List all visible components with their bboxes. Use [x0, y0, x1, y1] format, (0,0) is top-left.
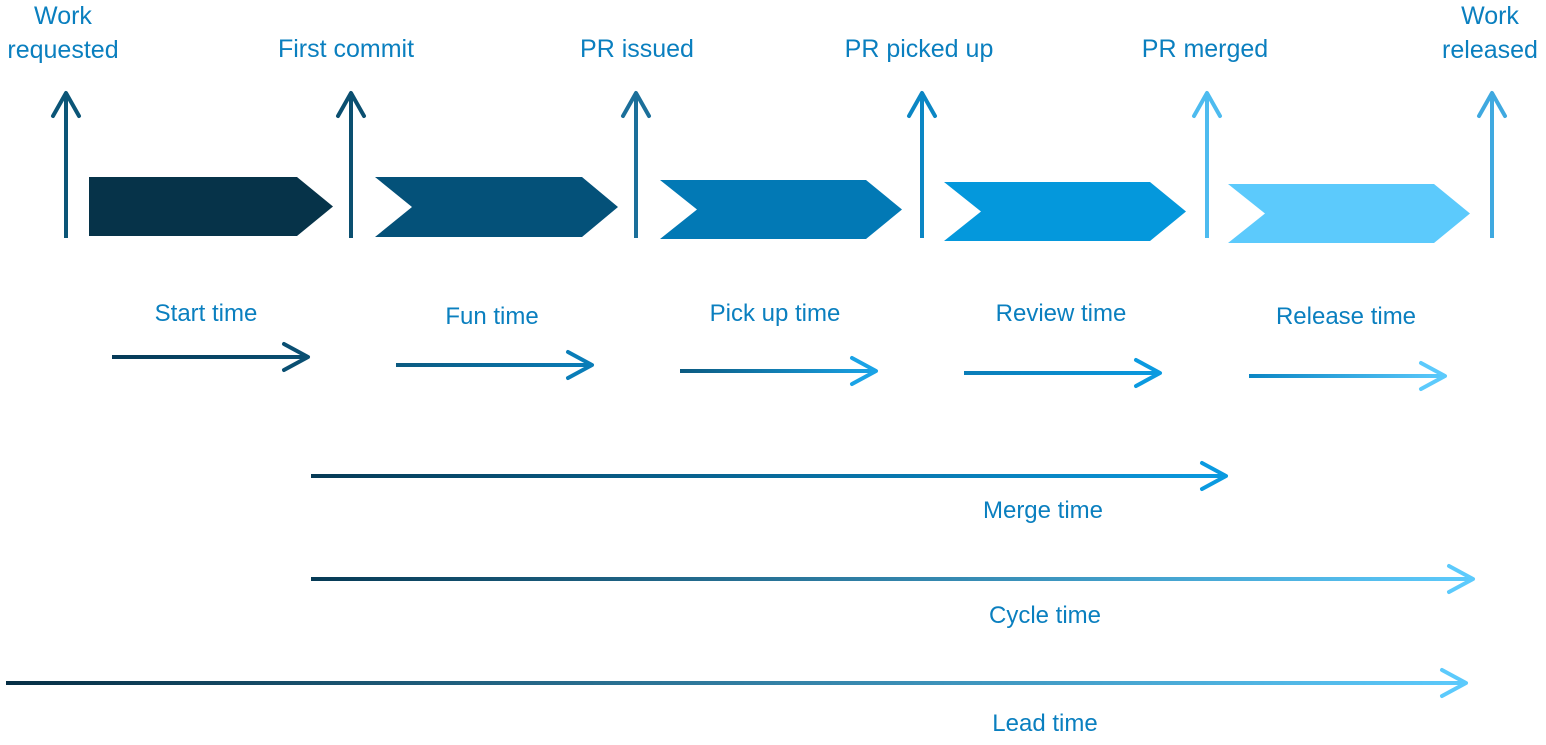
phase-chevron-review-time: [944, 182, 1186, 241]
milestone-label-line: First commit: [277, 35, 415, 63]
phase-chevron-start-time: [89, 177, 333, 236]
phase-arrow-fun-time: [396, 350, 594, 380]
milestone-label-line2: released: [1442, 36, 1538, 64]
span-arrow-merge-time: [311, 461, 1228, 491]
milestone-label-pr-merged: PR merged: [1142, 32, 1268, 66]
diagram-canvas: [6, 91, 1507, 698]
milestone-label-work-released: Work released: [1442, 0, 1538, 67]
span-label-cycle-time: Cycle time: [988, 602, 1102, 629]
milestone-label-line1: Work: [1461, 2, 1519, 30]
phase-label-release-time: Release time: [1275, 303, 1417, 330]
span-arrow-cycle-time: [311, 564, 1475, 594]
phase-arrow-release-time: [1249, 361, 1447, 391]
milestone-arrow-first-commit: [336, 91, 366, 238]
milestone-label-pr-picked-up: PR picked up: [845, 32, 994, 66]
phase-arrow-start-time: [112, 342, 310, 372]
span-label-merge-time: Merge time: [982, 497, 1104, 524]
milestone-arrow-pr-issued: [621, 91, 651, 238]
phase-chevron-fun-time: [375, 177, 618, 237]
milestone-arrow-pr-picked-up: [907, 91, 937, 238]
phase-arrow-pick-up-time: [680, 356, 878, 386]
phase-chevron-release-time: [1228, 184, 1470, 243]
phase-label-pick-up-time: Pick up time: [709, 300, 841, 327]
milestone-label-line: PR merged: [1141, 35, 1269, 63]
phase-arrow-review-time: [964, 358, 1162, 388]
milestone-label-pr-issued: PR issued: [580, 32, 694, 66]
milestone-arrow-pr-merged: [1192, 91, 1222, 238]
milestone-label-work-requested: Work requested: [7, 0, 118, 67]
span-arrow-lead-time: [6, 668, 1468, 698]
milestone-label-line2: requested: [7, 36, 119, 64]
milestone-arrow-work-released: [1477, 91, 1507, 238]
span-label-lead-time: Lead time: [992, 710, 1098, 737]
phase-label-start-time: Start time: [154, 300, 258, 327]
phase-label-fun-time: Fun time: [445, 303, 539, 330]
phase-chevron-pick-up-time: [660, 180, 902, 239]
milestone-label-first-commit: First commit: [278, 32, 414, 66]
milestone-label-line: PR issued: [580, 35, 694, 63]
milestone-arrow-work-requested: [51, 91, 81, 238]
milestone-label-line1: Work: [34, 2, 92, 30]
phase-label-review-time: Review time: [995, 300, 1127, 327]
milestone-label-line: PR picked up: [844, 35, 994, 63]
